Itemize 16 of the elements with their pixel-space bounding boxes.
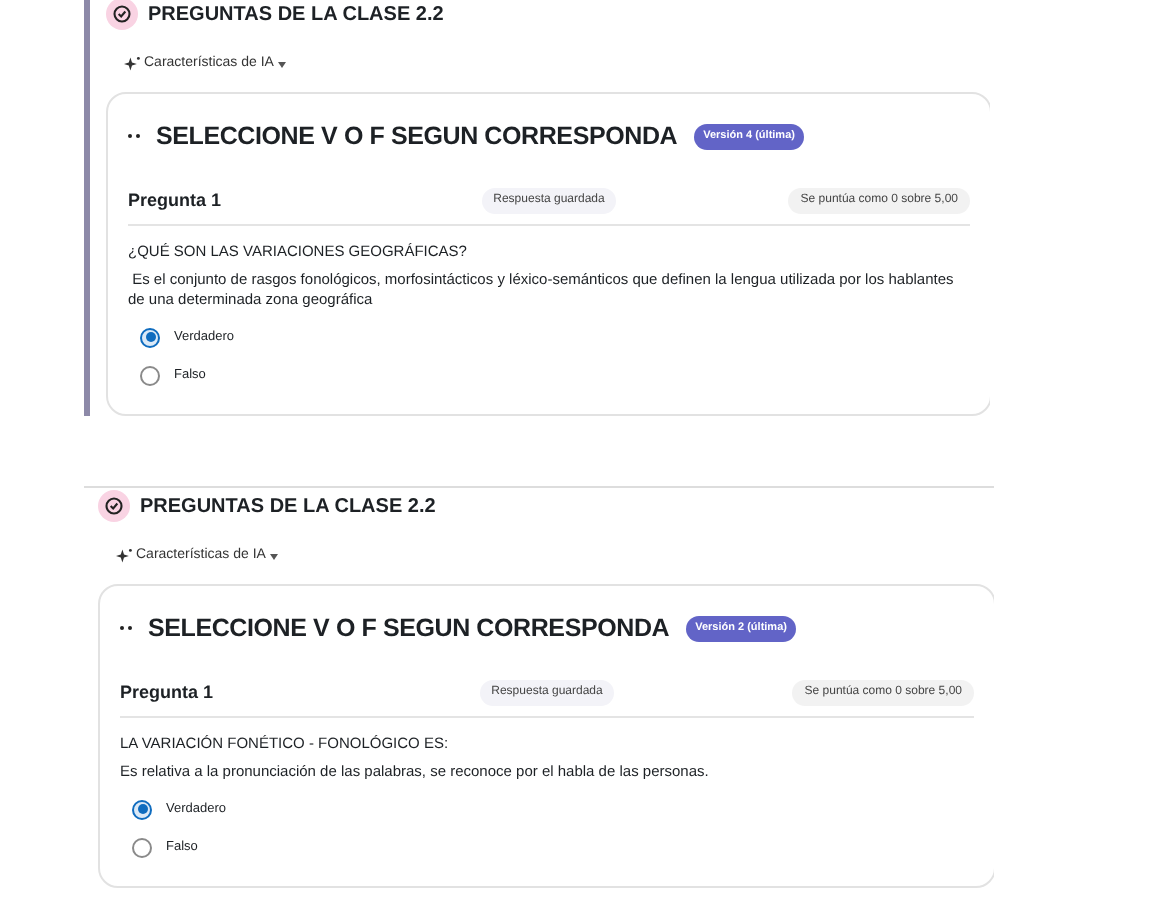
sparkle-icon [116,548,132,564]
radio-button[interactable] [132,799,152,819]
sparkle-icon [124,56,140,72]
radio-button[interactable] [140,327,160,347]
drag-handle-icon [128,134,140,139]
quiz-heading: SELECCIONE V O F SEGUN CORRESPONDA [148,612,670,646]
question-label: Pregunta 1 [120,679,216,706]
quiz-heading: SELECCIONE V O F SEGUN CORRESPONDA [156,120,678,154]
radio-button[interactable] [140,365,160,385]
radio-button[interactable] [132,837,152,857]
caret-icon [277,61,286,67]
question-label: Pregunta 1 [128,187,224,214]
caret-icon [269,553,278,559]
section-title: PREGUNTAS DE LA CLASE 2.2 [140,493,436,521]
section-title: PREGUNTAS DE LA CLASE 2.2 [148,1,444,29]
drag-handle-icon [120,626,132,631]
